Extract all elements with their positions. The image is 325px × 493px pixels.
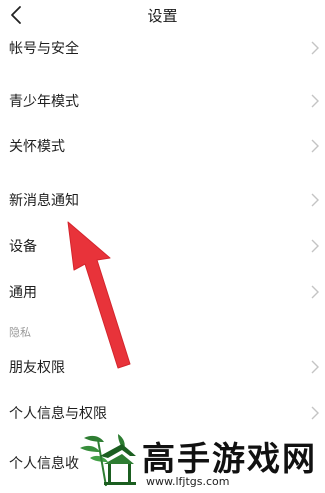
settings-item-general[interactable]: 通用 bbox=[0, 272, 325, 312]
settings-item-care-mode[interactable]: 关怀模式 bbox=[0, 126, 325, 166]
settings-item-label: 朋友权限 bbox=[9, 360, 65, 376]
watermark-url: www.lfjtgs.com bbox=[146, 475, 230, 488]
chevron-right-icon bbox=[311, 41, 319, 55]
watermark: 高手游戏网 www.lfjtgs.com bbox=[64, 428, 325, 493]
settings-item-account-security[interactable]: 帐号与安全 bbox=[0, 28, 325, 68]
settings-item-personal-info-permissions[interactable]: 个人信息与权限 bbox=[0, 393, 325, 433]
pavilion-logo-icon bbox=[80, 434, 136, 487]
settings-item-label: 设备 bbox=[9, 239, 37, 255]
chevron-right-icon bbox=[311, 139, 319, 153]
chevron-right-icon bbox=[311, 285, 319, 299]
settings-item-device[interactable]: 设备 bbox=[0, 226, 325, 266]
chevron-right-icon bbox=[311, 239, 319, 253]
settings-item-label: 关怀模式 bbox=[9, 139, 65, 155]
settings-item-label: 青少年模式 bbox=[9, 94, 79, 110]
settings-item-label: 新消息通知 bbox=[9, 193, 79, 209]
settings-item-friend-permissions[interactable]: 朋友权限 bbox=[0, 347, 325, 387]
chevron-right-icon bbox=[311, 360, 319, 374]
settings-item-label: 通用 bbox=[9, 285, 37, 301]
nav-bar: 设置 bbox=[0, 0, 325, 30]
chevron-right-icon bbox=[311, 406, 319, 420]
watermark-title: 高手游戏网 bbox=[142, 439, 317, 478]
page-title: 设置 bbox=[147, 7, 178, 25]
settings-item-new-message-notification[interactable]: 新消息通知 bbox=[0, 180, 325, 220]
settings-item-teen-mode[interactable]: 青少年模式 bbox=[0, 81, 325, 121]
section-header-privacy: 隐私 bbox=[9, 326, 31, 339]
chevron-right-icon bbox=[311, 193, 319, 207]
settings-item-label: 帐号与安全 bbox=[9, 41, 79, 57]
settings-item-label: 个人信息与权限 bbox=[9, 406, 107, 422]
chevron-right-icon bbox=[311, 94, 319, 108]
